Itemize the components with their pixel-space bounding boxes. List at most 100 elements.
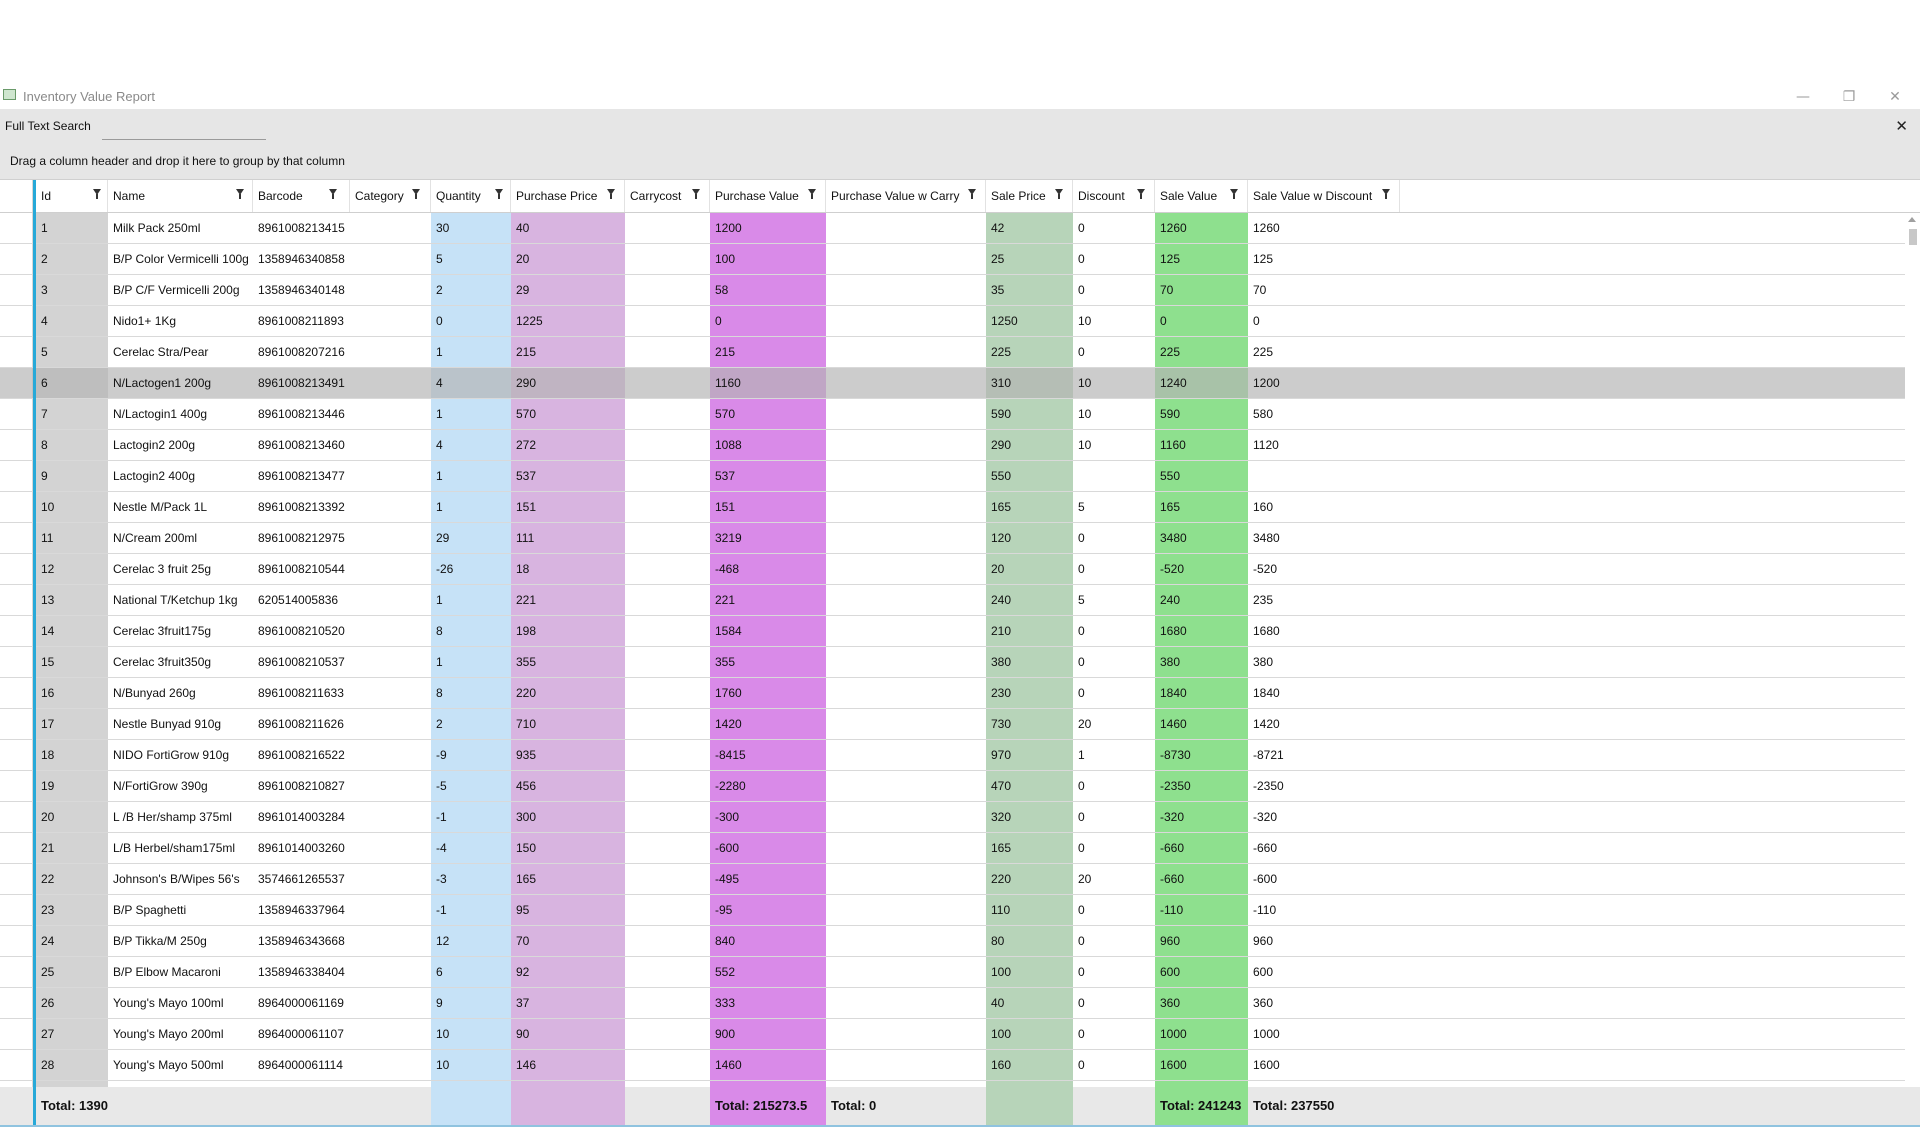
cell-discount[interactable]: 10 — [1073, 368, 1155, 399]
restore-button[interactable]: ❐ — [1827, 85, 1871, 109]
cell-carrycost[interactable] — [625, 461, 710, 492]
cell-purchase-price[interactable]: 215 — [511, 337, 625, 368]
cell-quantity[interactable]: -9 — [431, 740, 511, 771]
cell-name[interactable]: L /B Her/shamp 375ml — [108, 802, 253, 833]
cell-sale-value[interactable]: 3480 — [1155, 523, 1248, 554]
cell-sale-value[interactable]: 70 — [1155, 275, 1248, 306]
cell-category[interactable] — [350, 492, 431, 523]
cell-name[interactable]: Lactogin2 400g — [108, 461, 253, 492]
cell-purchase-value-w-carry[interactable] — [826, 616, 986, 647]
cell-discount[interactable]: 0 — [1073, 523, 1155, 554]
cell-category[interactable] — [350, 864, 431, 895]
cell-id[interactable]: 8 — [36, 430, 108, 461]
cell-sale-price[interactable]: 100 — [986, 1019, 1073, 1050]
cell-sale-price[interactable]: 80 — [986, 926, 1073, 957]
cell-purchase-value[interactable]: 1420 — [710, 709, 826, 740]
cell-purchase-value-w-carry[interactable] — [826, 213, 986, 244]
cell-carrycost[interactable] — [625, 492, 710, 523]
cell-discount[interactable]: 0 — [1073, 895, 1155, 926]
cell-sale-price[interactable]: 160 — [986, 1050, 1073, 1081]
cell-sale-value[interactable]: 1680 — [1155, 616, 1248, 647]
cell-discount[interactable]: 0 — [1073, 988, 1155, 1019]
cell-purchase-value[interactable]: -495 — [710, 864, 826, 895]
column-header-barcode[interactable]: Barcode — [253, 180, 350, 212]
cell-purchase-price[interactable]: 92 — [511, 957, 625, 988]
cell-purchase-value-w-carry[interactable] — [826, 399, 986, 430]
cell-purchase-value[interactable]: 100 — [710, 244, 826, 275]
table-row[interactable]: 14 Cerelac 3fruit175g 8961008210520 8 198 158… — [0, 616, 1905, 647]
cell-barcode[interactable]: 8961008210827 — [253, 771, 350, 802]
cell-quantity[interactable]: 10 — [431, 1050, 511, 1081]
column-header-category[interactable]: Category — [350, 180, 431, 212]
cell-name[interactable]: B/P Elbow Macaroni — [108, 957, 253, 988]
scroll-up-icon[interactable] — [1908, 217, 1916, 222]
cell-category[interactable] — [350, 244, 431, 275]
cell-carrycost[interactable] — [625, 275, 710, 306]
cell-category[interactable] — [350, 368, 431, 399]
cell-discount[interactable]: 0 — [1073, 647, 1155, 678]
close-button[interactable]: ✕ — [1873, 85, 1917, 109]
cell-purchase-value[interactable]: 1760 — [710, 678, 826, 709]
cell-purchase-price[interactable]: 150 — [511, 833, 625, 864]
cell-sale-price[interactable]: 40 — [986, 988, 1073, 1019]
cell-purchase-value[interactable]: 333 — [710, 988, 826, 1019]
cell-sale-value[interactable]: 1160 — [1155, 430, 1248, 461]
cell-sale-price[interactable]: 225 — [986, 337, 1073, 368]
scroll-thumb[interactable] — [1909, 229, 1917, 245]
cell-sale-price[interactable]: 35 — [986, 275, 1073, 306]
cell-category[interactable] — [350, 616, 431, 647]
cell-purchase-value-w-carry[interactable] — [826, 275, 986, 306]
cell-sale-value-w-discount[interactable]: 580 — [1248, 399, 1400, 430]
cell-purchase-price[interactable]: 146 — [511, 1050, 625, 1081]
cell-barcode[interactable]: 8961014003260 — [253, 833, 350, 864]
table-row[interactable]: 2 B/P Color Vermicelli 100g 1358946340858 5… — [0, 244, 1905, 275]
cell-quantity[interactable]: 8 — [431, 616, 511, 647]
table-row[interactable]: 15 Cerelac 3fruit350g 8961008210537 1 355 355… — [0, 647, 1905, 678]
cell-discount[interactable]: 0 — [1073, 678, 1155, 709]
cell-sale-value[interactable]: 1240 — [1155, 368, 1248, 399]
cell-quantity[interactable]: 1 — [431, 647, 511, 678]
cell-sale-value-w-discount[interactable]: 235 — [1248, 585, 1400, 616]
cell-discount[interactable]: 0 — [1073, 275, 1155, 306]
cell-sale-value[interactable]: 125 — [1155, 244, 1248, 275]
cell-barcode[interactable]: 8961008210520 — [253, 616, 350, 647]
table-row[interactable]: 28 Young's Mayo 500ml 8964000061114 10 146 14… — [0, 1050, 1905, 1081]
cell-sale-value[interactable]: 380 — [1155, 647, 1248, 678]
cell-category[interactable] — [350, 275, 431, 306]
table-row[interactable]: 18 NIDO FortiGrow 910g 8961008216522 -9 935 -… — [0, 740, 1905, 771]
cell-purchase-price[interactable]: 111 — [511, 523, 625, 554]
cell-sale-value[interactable]: -8730 — [1155, 740, 1248, 771]
cell-quantity[interactable]: -1 — [431, 895, 511, 926]
cell-carrycost[interactable] — [625, 616, 710, 647]
cell-sale-value-w-discount[interactable]: 1000 — [1248, 1019, 1400, 1050]
cell-quantity[interactable]: 4 — [431, 368, 511, 399]
table-row[interactable]: 8 Lactogin2 200g 8961008213460 4 272 1088 290 1… — [0, 430, 1905, 461]
cell-quantity[interactable]: 5 — [431, 244, 511, 275]
cell-purchase-value-w-carry[interactable] — [826, 585, 986, 616]
cell-purchase-value-w-carry[interactable] — [826, 368, 986, 399]
cell-purchase-price[interactable]: 355 — [511, 647, 625, 678]
cell-id[interactable]: 11 — [36, 523, 108, 554]
cell-category[interactable] — [350, 430, 431, 461]
cell-sale-value-w-discount[interactable]: 1600 — [1248, 1050, 1400, 1081]
cell-category[interactable] — [350, 895, 431, 926]
cell-sale-price[interactable]: 730 — [986, 709, 1073, 740]
cell-purchase-value-w-carry[interactable] — [826, 864, 986, 895]
cell-sale-value-w-discount[interactable]: -600 — [1248, 864, 1400, 895]
cell-id[interactable]: 12 — [36, 554, 108, 585]
cell-id[interactable]: 1 — [36, 213, 108, 244]
table-row[interactable]: 26 Young's Mayo 100ml 8964000061169 9 37 333 4… — [0, 988, 1905, 1019]
cell-barcode[interactable]: 8961008213491 — [253, 368, 350, 399]
cell-barcode[interactable]: 8961014003284 — [253, 802, 350, 833]
cell-sale-value[interactable]: -2350 — [1155, 771, 1248, 802]
cell-sale-price[interactable]: 165 — [986, 833, 1073, 864]
cell-purchase-value-w-carry[interactable] — [826, 523, 986, 554]
table-row[interactable]: 9 Lactogin2 400g 8961008213477 1 537 537 550 55… — [0, 461, 1905, 492]
cell-sale-price[interactable]: 310 — [986, 368, 1073, 399]
cell-discount[interactable]: 0 — [1073, 926, 1155, 957]
cell-sale-price[interactable]: 970 — [986, 740, 1073, 771]
cell-carrycost[interactable] — [625, 1050, 710, 1081]
cell-carrycost[interactable] — [625, 709, 710, 740]
cell-sale-price[interactable]: 470 — [986, 771, 1073, 802]
cell-barcode[interactable]: 8964000061107 — [253, 1019, 350, 1050]
